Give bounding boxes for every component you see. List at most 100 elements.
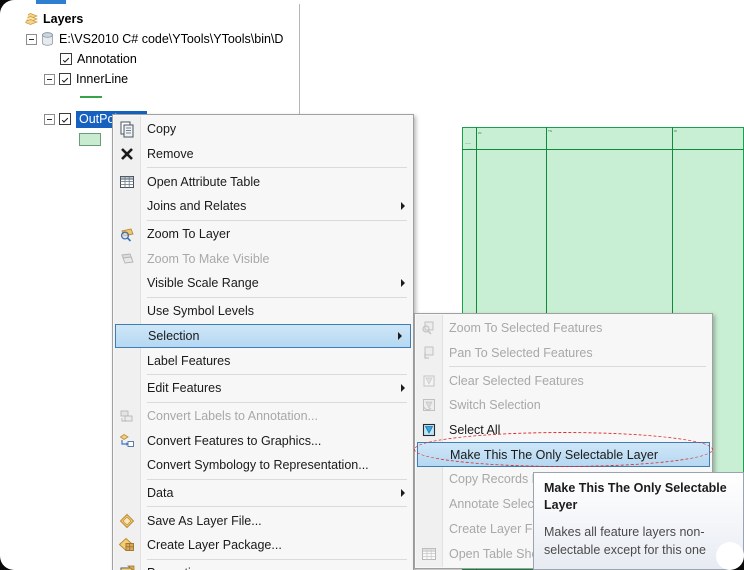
toc-label-annotation: Annotation: [77, 52, 137, 66]
map-label-1: ZJ: [478, 131, 481, 135]
menu-item-convert-symbology-to-representation[interactable]: Convert Symbology to Representation...: [113, 453, 413, 478]
submenu-label: Clear Selected Features: [449, 374, 584, 388]
expander-icon[interactable]: [44, 114, 55, 125]
expander-icon[interactable]: [8, 14, 19, 25]
menu-label: Selection: [148, 329, 199, 343]
layers-icon: [23, 13, 38, 26]
submenu-item-select-all[interactable]: Select All: [415, 418, 712, 443]
menu-item-zoom-to-make-visible: Zoom To Make Visible: [113, 246, 413, 271]
menu-item-use-symbol-levels[interactable]: Use Symbol Levels: [113, 299, 413, 324]
database-icon: [41, 32, 54, 46]
menu-label: Zoom To Layer: [147, 227, 230, 241]
submenu-item-zoom-to-selected-features: Zoom To Selected Features: [415, 316, 712, 341]
select-all-icon: [420, 421, 438, 439]
submenu-item-clear-selected-features: Clear Selected Features: [415, 368, 712, 393]
map-label-2: TS: [548, 129, 552, 133]
menu-label: Copy: [147, 122, 176, 136]
menu-label: Remove: [147, 147, 194, 161]
switch-selection-icon: [420, 396, 438, 414]
remove-x-icon: [118, 145, 136, 163]
zoom-visible-icon: [118, 250, 136, 268]
submenu-label: Pan To Selected Features: [449, 346, 593, 360]
tooltip: Make This The Only Selectable Layer Make…: [533, 472, 744, 570]
menu-label: Save As Layer File...: [147, 514, 262, 528]
convert-graphics-icon: [118, 432, 136, 450]
menu-item-copy[interactable]: Copy: [113, 117, 413, 142]
pan-selected-icon: [420, 344, 438, 362]
toc-item-database[interactable]: E:\VS2010 C# code\YTools\YTools\bin\D: [26, 30, 283, 48]
layer-package-icon: [118, 536, 136, 554]
clear-selection-icon: [420, 372, 438, 390]
menu-item-create-layer-package[interactable]: Create Layer Package...: [113, 533, 413, 558]
menu-label: Convert Labels to Annotation...: [147, 409, 318, 423]
symbol-swatch-line: [80, 96, 102, 98]
menu-label: Joins and Relates: [147, 199, 246, 213]
submenu-item-make-this-the-only-selectable-layer[interactable]: Make This The Only Selectable Layer: [417, 442, 710, 467]
menu-item-save-as-layer-file[interactable]: Save As Layer File...: [113, 508, 413, 533]
chevron-right-icon: [401, 489, 405, 497]
zoom-layer-icon: [118, 225, 136, 243]
table-icon: [420, 545, 438, 563]
menu-item-convert-features-to-graphics[interactable]: Convert Features to Graphics...: [113, 428, 413, 453]
menu-separator: [147, 220, 407, 221]
menu-label: Edit Features: [147, 381, 221, 395]
properties-icon: [118, 564, 136, 570]
map-label-3: W: [674, 129, 677, 133]
menu-item-properties[interactable]: Properties...: [113, 561, 413, 570]
menu-separator: [147, 479, 407, 480]
menu-item-zoom-to-layer[interactable]: Zoom To Layer: [113, 222, 413, 247]
checkbox-icon[interactable]: [59, 73, 71, 85]
tooltip-body: Makes all feature layers non-selectable …: [544, 523, 734, 559]
menu-item-joins-and-relates[interactable]: Joins and Relates: [113, 194, 413, 219]
menu-item-open-attribute-table[interactable]: Open Attribute Table: [113, 169, 413, 194]
menu-item-label-features[interactable]: Label Features: [113, 348, 413, 373]
symbol-swatch-polygon: [79, 133, 101, 146]
menu-item-selection[interactable]: Selection: [115, 324, 411, 349]
copy-icon: [118, 120, 136, 138]
table-icon: [118, 173, 136, 191]
chevron-right-icon: [401, 384, 405, 392]
menu-label: Properties...: [147, 566, 214, 570]
chevron-right-icon: [401, 202, 405, 210]
layer-context-menu[interactable]: Copy Remove: [112, 114, 414, 570]
submenu-separator: [449, 366, 706, 367]
menu-separator: [147, 559, 407, 560]
layer-file-icon: [118, 512, 136, 530]
tooltip-title: Make This The Only Selectable Layer: [544, 480, 734, 514]
toc-label-layers: Layers: [43, 12, 83, 26]
menu-separator: [147, 506, 407, 507]
submenu-label: Select All: [449, 423, 500, 437]
menu-label: Create Layer Package...: [147, 538, 282, 552]
toc-item-innerline[interactable]: InnerLine: [44, 70, 128, 88]
menu-label: Data: [147, 486, 173, 500]
menu-label: Open Attribute Table: [147, 175, 260, 189]
convert-labels-icon: [118, 407, 136, 425]
toc-label-database: E:\VS2010 C# code\YTools\YTools\bin\D: [59, 32, 283, 46]
expander-icon[interactable]: [44, 74, 55, 85]
toc-label-innerline: InnerLine: [76, 72, 128, 86]
map-line-horizontal-1: [462, 149, 744, 150]
menu-label: Zoom To Make Visible: [147, 252, 270, 266]
toc-item-layers[interactable]: Layers: [8, 10, 83, 28]
menu-label: Convert Features to Graphics...: [147, 434, 321, 448]
checkbox-icon[interactable]: [59, 113, 71, 125]
menu-separator: [147, 297, 407, 298]
zoom-selected-icon: [420, 319, 438, 337]
menu-separator: [147, 374, 407, 375]
menu-item-convert-labels-to-annotation: Convert Labels to Annotation...: [113, 404, 413, 429]
submenu-label: Switch Selection: [449, 398, 541, 412]
map-annotation-text-b: ·····: [468, 146, 473, 150]
checkbox-icon[interactable]: [60, 53, 72, 65]
menu-separator: [147, 402, 407, 403]
menu-item-data[interactable]: Data: [113, 481, 413, 506]
chevron-right-icon: [398, 332, 402, 340]
menu-item-remove[interactable]: Remove: [113, 142, 413, 167]
submenu-label: Zoom To Selected Features: [449, 321, 602, 335]
menu-item-visible-scale-range[interactable]: Visible Scale Range: [113, 271, 413, 296]
map-annotation-text-a: ——: [465, 141, 471, 145]
expander-icon[interactable]: [26, 34, 37, 45]
menu-label: Use Symbol Levels: [147, 304, 254, 318]
toc-item-annotation[interactable]: Annotation: [60, 50, 137, 68]
menu-item-edit-features[interactable]: Edit Features: [113, 376, 413, 401]
application-window: ZJ TS W —— ····· Layers: [0, 0, 744, 570]
